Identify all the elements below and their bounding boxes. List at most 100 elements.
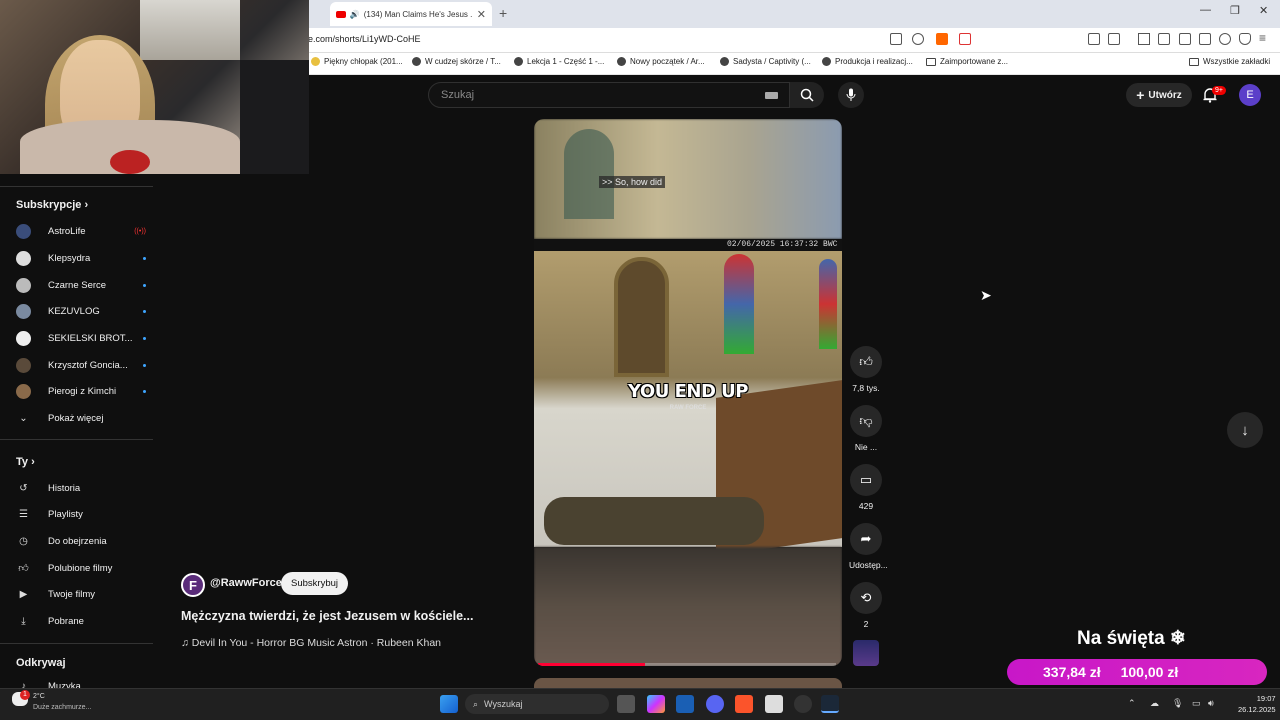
cast-icon[interactable] (890, 33, 902, 45)
sidebar-icon[interactable] (1179, 33, 1191, 45)
sidebar-divider (0, 439, 153, 440)
sidebar-item-krzysztof[interactable]: Krzysztof Goncia... (16, 356, 146, 374)
store-icon[interactable] (676, 695, 694, 713)
shorts-video-player[interactable]: >> So, how did 02/06/2025 16:37:32 BWC Y… (534, 119, 842, 666)
bookmark-item[interactable]: Produkcja i realizacj... (822, 57, 913, 66)
explore-heading: Odkrywaj (16, 657, 66, 669)
discord-icon[interactable] (706, 695, 724, 713)
active-tab[interactable]: 🔊 (134) Man Claims He's Jesus ... ✕ (330, 2, 492, 26)
windows-start-icon[interactable] (440, 695, 458, 713)
windows-taskbar (0, 688, 1280, 720)
maximize-button[interactable]: ❐ (1230, 4, 1240, 17)
channel-name[interactable]: @RawwForce (210, 577, 282, 589)
close-window-button[interactable]: ✕ (1259, 4, 1268, 17)
brave-shield-icon[interactable] (936, 33, 948, 45)
dislike-action[interactable]: 👎︎ Nie ... (849, 405, 883, 452)
steam-icon[interactable] (821, 695, 839, 713)
vpn-icon[interactable] (1239, 33, 1251, 45)
notepad-icon[interactable] (765, 695, 783, 713)
taskbar-search[interactable]: ⌕ Wyszukaj (465, 694, 609, 714)
tab-search-icon[interactable] (1108, 33, 1120, 45)
bookmark-item[interactable]: Sadysta / Captivity (... (720, 57, 811, 66)
share-icon[interactable]: ➦ (850, 523, 882, 555)
promo-bar[interactable]: 337,84 zł 100,00 zł (1007, 659, 1267, 685)
sidebar-item-pierogi[interactable]: Pierogi z Kimchi (16, 382, 146, 400)
task-view-icon[interactable] (617, 695, 635, 713)
tray-volume-icon[interactable]: 🔊︎ (1208, 698, 1214, 709)
bookmark-item[interactable]: Piękny chłopak (201... (311, 57, 403, 66)
create-button[interactable]: + Utwórz (1126, 83, 1192, 107)
sidebar-item-downloads[interactable]: ⤓ Pobrane (16, 612, 146, 630)
like-action[interactable]: 👍︎ 7,8 tys. (849, 346, 883, 393)
tray-mic-icon[interactable]: 🎙︎ (1172, 698, 1183, 709)
voice-search-button[interactable] (838, 82, 864, 108)
webcam-background-furniture (240, 60, 309, 174)
sidebar-item-watch-later[interactable]: ◷ Do obejrzenia (16, 532, 146, 550)
video-title[interactable]: Mężczyzna twierdzi, że jest Jezusem w ko… (181, 609, 473, 623)
minimize-button[interactable]: — (1200, 4, 1211, 16)
search-button[interactable] (790, 82, 824, 108)
share-icon[interactable] (912, 33, 924, 45)
menu-icon[interactable]: ≡ (1259, 31, 1271, 45)
thumbs-up-icon: 👍︎ (18, 563, 29, 574)
brave-rewards-icon[interactable] (959, 33, 971, 45)
clock-time: 19:07 (1256, 694, 1276, 703)
download-icon[interactable] (1138, 33, 1150, 45)
new-tab-button[interactable]: + (499, 5, 507, 21)
next-video-button[interactable]: ↓ (1227, 412, 1263, 448)
sidebar-item-kezuvlog[interactable]: KEZUVLOG (16, 302, 146, 320)
arrow-down-icon: ↓ (1241, 421, 1249, 439)
share-action[interactable]: ➦ Udostęp... (849, 523, 888, 570)
bookmark-item[interactable]: Nowy początek / Ar... (617, 57, 705, 66)
you-heading[interactable]: Ty › (16, 456, 35, 468)
copilot-icon[interactable] (647, 695, 665, 713)
bookmark-item[interactable]: W cudzej skórze / T... (412, 57, 501, 66)
sidebar-item-liked[interactable]: 👍︎ Polubione filmy (16, 559, 146, 577)
leo-icon[interactable] (1219, 33, 1231, 45)
subscribe-button[interactable]: Subskrybuj (281, 572, 348, 595)
url-field[interactable]: be.com/shorts/Li1yWD-CoHE (303, 34, 421, 44)
progress-bar[interactable] (538, 663, 646, 666)
sidebar-divider (0, 643, 153, 644)
chevron-right-icon: › (31, 456, 35, 468)
wallet-icon[interactable] (1199, 33, 1211, 45)
remix-action[interactable]: ⟲ 2 (849, 582, 883, 629)
sidebar-item-czarne-serce[interactable]: Czarne Serce (16, 276, 146, 294)
tray-display-icon[interactable]: ▭ (1192, 698, 1201, 709)
all-bookmarks-folder[interactable]: Wszystkie zakładki (1189, 57, 1270, 66)
thumbs-down-icon[interactable]: 👎︎ (850, 405, 882, 437)
sidebar-item-klepsydra[interactable]: Klepsydra (16, 249, 146, 267)
tray-network-icon[interactable]: ☁ (1150, 698, 1159, 709)
chevron-right-icon: › (84, 199, 89, 211)
video-church-door (614, 257, 669, 377)
sidebar-item-your-videos[interactable]: ▶ Twoje filmy (16, 585, 146, 603)
sidebar-item-sekielski[interactable]: SEKIELSKI BROT... (16, 329, 146, 347)
brave-icon[interactable] (735, 695, 753, 713)
youtube-icon (336, 10, 346, 18)
bookmark-folder[interactable]: Zaimportowane z... (926, 57, 1008, 66)
promo-price-old: 337,84 zł (1043, 664, 1101, 680)
search-input[interactable]: Szukaj (428, 82, 790, 108)
comments-action[interactable]: ▭ 429 (849, 464, 883, 511)
keyboard-icon[interactable] (765, 92, 778, 99)
obs-icon[interactable] (794, 695, 812, 713)
sidebar-item-history[interactable]: ↺ Historia (16, 479, 146, 497)
music-credit[interactable]: ♫ Devil In You - Horror BG Music Astron … (181, 637, 441, 649)
taskbar-clock[interactable]: 19:07 26.12.2025 (1238, 693, 1276, 715)
tab-close-icon[interactable]: ✕ (477, 8, 486, 21)
extensions-icon[interactable] (1088, 33, 1100, 45)
tray-chevron-icon[interactable]: ⌃ (1128, 698, 1136, 709)
music-icon[interactable] (1158, 33, 1170, 45)
bookmark-item[interactable]: Lekcja 1 - Część 1 -... (514, 57, 604, 66)
subscriptions-heading[interactable]: Subskrypcje › (16, 199, 88, 211)
sound-thumbnail[interactable] (853, 640, 879, 666)
channel-avatar[interactable]: F (181, 573, 205, 597)
sidebar-item-astrolife[interactable]: AstroLife ((•)) (16, 222, 146, 240)
account-avatar[interactable]: E (1239, 84, 1261, 106)
remix-icon[interactable]: ⟲ (850, 582, 882, 614)
promo-title: Na święta ❄ (1077, 628, 1186, 649)
thumbs-up-icon[interactable]: 👍︎ (850, 346, 882, 378)
show-more-button[interactable]: ⌄ Pokaż więcej (16, 409, 146, 427)
sidebar-item-playlists[interactable]: ☰ Playlisty (16, 505, 146, 523)
comment-icon[interactable]: ▭ (850, 464, 882, 496)
